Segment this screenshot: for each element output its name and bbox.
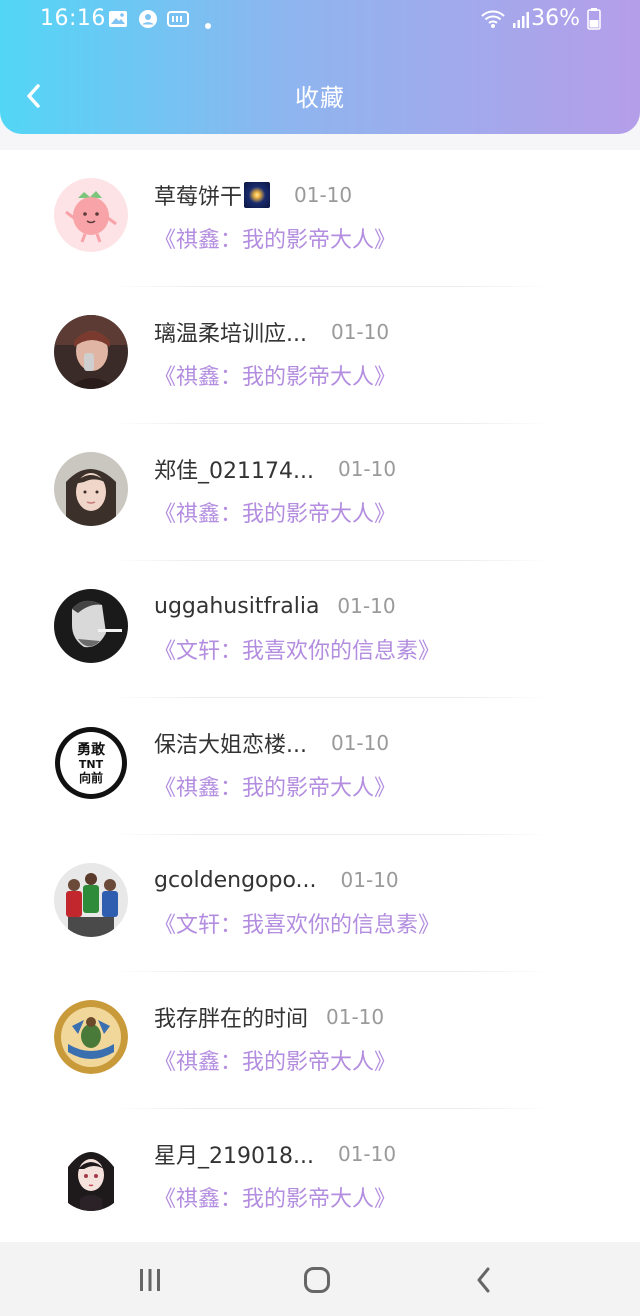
firework-emoji-icon [244, 182, 271, 208]
date: 01-10 [337, 457, 397, 481]
status-time: 16:16 [40, 6, 106, 31]
name-row: 我存胖在的时间 01-10 [154, 1000, 384, 1034]
battery-text: 36% [531, 6, 580, 31]
date: 01-10 [330, 320, 390, 344]
wifi-icon [480, 9, 506, 35]
book-title-link[interactable]: 《文轩：我喜欢你的信息素》 [154, 907, 440, 939]
list-item[interactable]: 星月_219018... 01-10 《祺鑫：我的影帝大人》 [0, 1109, 640, 1246]
date: 01-10 [337, 594, 396, 618]
avatar: 勇敢 TNT 向前 [54, 726, 128, 800]
header: 16:16 36% 收藏 [0, 0, 640, 134]
date: 01-10 [340, 868, 399, 892]
book-title-link[interactable]: 《文轩：我喜欢你的信息素》 [154, 633, 440, 665]
list-item[interactable]: uggahusitfralia 01-10 《文轩：我喜欢你的信息素》 [0, 561, 640, 698]
screen: 16:16 36% 收藏 草莓饼干 01-10 《祺鑫：我的影帝大人》 璃温柔培… [0, 0, 640, 1316]
book-title-link[interactable]: 《祺鑫：我的影帝大人》 [154, 1044, 396, 1076]
recent-apps-icon [140, 1269, 160, 1291]
book-title-link[interactable]: 《祺鑫：我的影帝大人》 [154, 770, 396, 802]
signal-icon [512, 9, 532, 33]
user-name: 星月_219018... [154, 1144, 314, 1169]
account-icon [138, 9, 158, 33]
name-row: 草莓饼干 01-10 [154, 178, 352, 212]
name-row: gcoldengopo... 01-10 [154, 863, 399, 897]
list-item[interactable]: 郑佳_021174... 01-10 《祺鑫：我的影帝大人》 [0, 424, 640, 561]
book-title-link[interactable]: 《祺鑫：我的影帝大人》 [154, 496, 396, 528]
user-name: 璃温柔培训应... [154, 322, 307, 347]
badge-text-line: 向前 [79, 770, 103, 785]
status-bar: 16:16 36% [0, 0, 640, 40]
user-name: gcoldengopo... [154, 867, 317, 893]
user-name: 保洁大姐恋楼... [154, 733, 307, 758]
battery-icon [587, 8, 601, 34]
list-item[interactable]: 草莓饼干 01-10 《祺鑫：我的影帝大人》 [0, 150, 640, 287]
avatar [54, 589, 128, 663]
gallery-icon [108, 9, 128, 33]
badge-text-line: TNT [79, 758, 104, 771]
user-name: 草莓饼干 [154, 185, 243, 210]
name-row: 璃温柔培训应... 01-10 [154, 315, 389, 349]
badge-text-line: 勇敢 [77, 741, 106, 758]
home-icon [304, 1267, 330, 1293]
avatar [54, 1137, 128, 1211]
list-item[interactable]: 璃温柔培训应... 01-10 《祺鑫：我的影帝大人》 [0, 287, 640, 424]
user-name: 郑佳_021174... [154, 459, 314, 484]
date: 01-10 [326, 1005, 385, 1029]
avatar [54, 1000, 128, 1074]
date: 01-10 [337, 1142, 397, 1166]
date: 01-10 [330, 731, 390, 755]
back-nav-button[interactable] [464, 1262, 504, 1298]
name-row: 郑佳_021174... 01-10 [154, 452, 396, 486]
book-title-link[interactable]: 《祺鑫：我的影帝大人》 [154, 359, 396, 391]
avatar [54, 452, 128, 526]
iqiyi-icon [167, 9, 189, 33]
chevron-left-icon [477, 1267, 490, 1293]
notification-dot-icon [204, 15, 212, 34]
list-item[interactable]: 勇敢 TNT 向前 保洁大姐恋楼... 01-10 《祺鑫：我的影帝大人》 [0, 698, 640, 835]
date: 01-10 [294, 183, 353, 207]
recent-apps-button[interactable] [130, 1262, 170, 1298]
system-nav-bar [0, 1242, 640, 1316]
name-row: uggahusitfralia 01-10 [154, 589, 396, 623]
favorites-list: 草莓饼干 01-10 《祺鑫：我的影帝大人》 璃温柔培训应... 01-10 《… [0, 150, 640, 1246]
home-button[interactable] [297, 1262, 337, 1298]
name-row: 保洁大姐恋楼... 01-10 [154, 726, 389, 760]
avatar [54, 178, 128, 252]
list-item[interactable]: gcoldengopo... 01-10 《文轩：我喜欢你的信息素》 [0, 835, 640, 972]
avatar [54, 863, 128, 937]
user-name: uggahusitfralia [154, 593, 320, 619]
book-title-link[interactable]: 《祺鑫：我的影帝大人》 [154, 1181, 396, 1213]
book-title-link[interactable]: 《祺鑫：我的影帝大人》 [154, 222, 396, 254]
page-title: 收藏 [295, 84, 345, 112]
name-row: 星月_219018... 01-10 [154, 1137, 396, 1171]
avatar [54, 315, 128, 389]
title-bar: 收藏 [0, 60, 640, 132]
list-item[interactable]: 我存胖在的时间 01-10 《祺鑫：我的影帝大人》 [0, 972, 640, 1109]
user-name: 我存胖在的时间 [154, 1007, 309, 1032]
